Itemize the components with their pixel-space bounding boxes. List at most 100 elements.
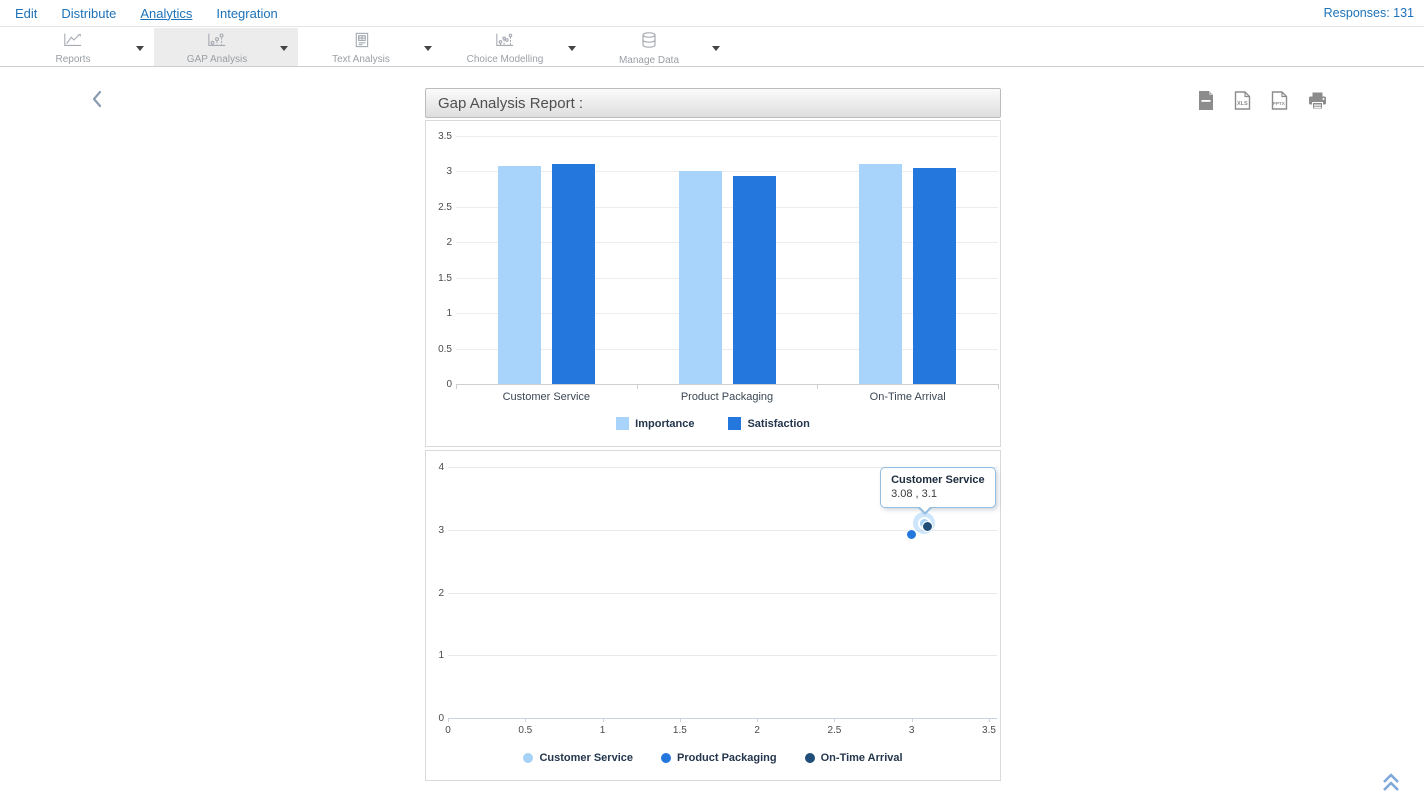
- legend-label: Satisfaction: [747, 418, 809, 430]
- y-axis-tick-label: 3.5: [426, 131, 452, 142]
- y-axis-tick-label: 1.5: [426, 273, 452, 284]
- legend-label: Importance: [635, 418, 694, 430]
- bar-satisfaction-1[interactable]: [552, 164, 595, 384]
- x-axis-tick: [680, 718, 681, 722]
- legend-item-product-packaging[interactable]: Product Packaging: [661, 752, 777, 764]
- x-axis-tick: [525, 718, 526, 722]
- nav-item-edit[interactable]: Edit: [15, 6, 37, 21]
- y-axis-tick-label: 2: [426, 237, 452, 248]
- bar-importance-2[interactable]: [679, 171, 722, 384]
- category-label: On-Time Arrival: [817, 391, 998, 403]
- top-nav: Edit Distribute Analytics Integration Re…: [0, 0, 1424, 27]
- y-axis-tick-label: 3: [418, 525, 444, 536]
- legend-dot-swatch: [805, 753, 815, 763]
- x-axis-tick: [912, 718, 913, 722]
- gridline: [448, 655, 997, 656]
- x-axis-tick: [817, 384, 818, 389]
- tab-label: GAP Analysis: [187, 54, 247, 65]
- x-axis-tick-label: 1: [583, 725, 623, 736]
- x-axis-tick-label: 2.5: [814, 725, 854, 736]
- gridline: [456, 136, 998, 137]
- legend-label: Customer Service: [539, 752, 633, 764]
- nav-item-integration[interactable]: Integration: [216, 6, 277, 21]
- bar-importance-3[interactable]: [859, 164, 902, 384]
- back-button[interactable]: [90, 90, 110, 110]
- tab-text-analysis[interactable]: Text Analysis: [298, 28, 442, 66]
- bar-satisfaction-2[interactable]: [733, 176, 776, 384]
- legend-item-on-time-arrival[interactable]: On-Time Arrival: [805, 752, 903, 764]
- chevron-left-icon: [90, 95, 104, 112]
- legend-item-customer-service[interactable]: Customer Service: [523, 752, 633, 764]
- tab-label: Choice Modelling: [467, 54, 544, 65]
- legend-dot-swatch: [661, 753, 671, 763]
- tab-label: Text Analysis: [332, 54, 390, 65]
- double-chevron-up-icon: [1381, 782, 1401, 796]
- xls-label: XLS: [1237, 101, 1248, 107]
- x-axis-tick-label: 3.5: [969, 725, 1009, 736]
- y-axis-tick-label: 1: [426, 308, 452, 319]
- x-axis-tick-label: 0: [428, 725, 468, 736]
- x-axis-line: [448, 718, 997, 719]
- bar-chart-panel: 00.511.522.533.5Customer ServiceProduct …: [425, 120, 1001, 447]
- legend-label: On-Time Arrival: [821, 752, 903, 764]
- tab-reports[interactable]: Reports: [10, 28, 154, 66]
- tooltip-pointer: [918, 505, 932, 519]
- report-title-bar: Gap Analysis Report :: [425, 88, 1001, 118]
- tab-choice-modelling[interactable]: Choice Modelling: [442, 28, 586, 66]
- legend-swatch: [616, 417, 629, 430]
- bubble-chart-icon: [207, 32, 227, 53]
- x-axis-tick-label: 3: [892, 725, 932, 736]
- y-axis-tick-label: 3: [426, 166, 452, 177]
- x-axis-tick: [448, 718, 449, 722]
- bar-importance-1[interactable]: [498, 166, 541, 384]
- print-icon[interactable]: [1308, 92, 1327, 115]
- x-axis-tick-label: 2: [737, 725, 777, 736]
- x-axis-tick: [998, 384, 999, 389]
- tab-manage-data[interactable]: Manage Data: [586, 28, 730, 66]
- nav-item-analytics[interactable]: Analytics: [140, 6, 192, 21]
- export-toolbar: XLS PPTX: [1198, 91, 1327, 115]
- scroll-to-top-button[interactable]: [1381, 771, 1401, 796]
- category-label: Product Packaging: [637, 391, 818, 403]
- x-axis-line: [456, 384, 998, 385]
- app-root: Edit Distribute Analytics Integration Re…: [0, 0, 1424, 796]
- tab-label: Manage Data: [619, 55, 679, 66]
- tab-label: Reports: [55, 54, 90, 65]
- y-axis-tick-label: 2: [418, 588, 444, 599]
- legend-label: Product Packaging: [677, 752, 777, 764]
- newspaper-icon: [353, 32, 370, 53]
- page-title: Gap Analysis Report :: [438, 95, 583, 112]
- nav-item-distribute[interactable]: Distribute: [61, 6, 116, 21]
- chevron-down-icon[interactable]: [712, 46, 720, 55]
- x-axis-tick: [637, 384, 638, 389]
- y-axis-tick-label: 4: [418, 462, 444, 473]
- scatter-chart-icon: [495, 32, 515, 53]
- x-axis-tick: [757, 718, 758, 722]
- pptx-label: PPTX: [1273, 101, 1286, 106]
- bar-satisfaction-3[interactable]: [913, 168, 956, 384]
- x-axis-tick: [989, 718, 990, 722]
- analytics-toolbar: Reports GAP Analysis Text Analysis: [0, 28, 1424, 67]
- y-axis-tick-label: 0.5: [426, 344, 452, 355]
- export-document-icon[interactable]: [1198, 91, 1214, 115]
- database-icon: [641, 32, 657, 54]
- chevron-down-icon[interactable]: [280, 46, 288, 55]
- x-axis-tick-label: 1.5: [660, 725, 700, 736]
- export-pptx-icon[interactable]: PPTX: [1271, 91, 1288, 115]
- scatter-point-product-packaging[interactable]: [906, 529, 917, 540]
- chevron-down-icon[interactable]: [424, 46, 432, 55]
- gridline: [448, 593, 997, 594]
- category-label: Customer Service: [456, 391, 637, 403]
- tab-gap-analysis[interactable]: GAP Analysis: [154, 28, 298, 66]
- chevron-down-icon[interactable]: [136, 46, 144, 55]
- export-xls-icon[interactable]: XLS: [1234, 91, 1251, 115]
- y-axis-tick-label: 0: [418, 713, 444, 724]
- scatter-chart-panel: 0123400.511.522.533.5Customer Service3.0…: [425, 450, 1001, 781]
- line-chart-icon: [63, 32, 83, 53]
- legend-item-importance[interactable]: Importance: [616, 417, 694, 430]
- y-axis-tick-label: 0: [426, 379, 452, 390]
- legend-item-satisfaction[interactable]: Satisfaction: [728, 417, 809, 430]
- chevron-down-icon[interactable]: [568, 46, 576, 55]
- legend-swatch: [728, 417, 741, 430]
- legend-dot-swatch: [523, 753, 533, 763]
